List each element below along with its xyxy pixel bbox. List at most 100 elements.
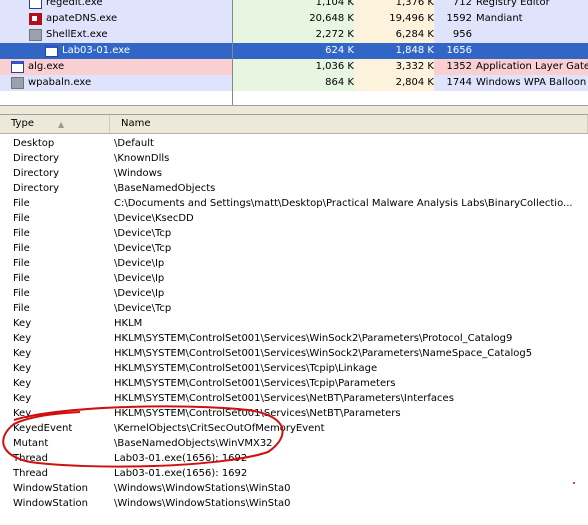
handle-row[interactable]: WindowStation \Windows\WindowStations\Win… (0, 496, 588, 511)
pid-value: 1744 (446, 77, 472, 88)
handle-row[interactable]: Desktop \Default (0, 136, 588, 151)
pid-value: 1656 (446, 45, 472, 56)
process-name-cell: wpabaln.exe (0, 75, 232, 91)
handle-type: Key (13, 378, 32, 389)
handle-name: \Device\Tcp (114, 303, 172, 314)
handle-row[interactable]: Key HKLM\SYSTEM\ControlSet001\Services\Wi… (0, 331, 588, 346)
handle-row[interactable]: KeyedEvent \KernelObjects\CritSecOutOfMem… (0, 421, 588, 436)
handle-row[interactable]: WindowStation \Windows\WindowStations\Win… (0, 481, 588, 496)
private-bytes-value: 864 K (325, 77, 354, 88)
handle-row[interactable]: Directory \KnownDlls (0, 151, 588, 166)
application-icon (29, 29, 42, 41)
pid-description-cell: 1744 Windows WPA Balloon (434, 75, 588, 91)
process-row[interactable]: alg.exe 1,036 K 3,332 K 1352 Application Lay… (0, 59, 588, 75)
column-header-name-label: Name (121, 118, 151, 129)
handle-row[interactable]: Key HKLM\SYSTEM\ControlSet001\Services\Ne… (0, 391, 588, 406)
handles-pane: Type ▲ Name Desktop \Default Directory \Kno… (0, 115, 588, 525)
working-set-value: 19,496 K (389, 13, 434, 24)
handle-type: Key (13, 393, 32, 404)
handle-row[interactable]: File \Device\Tcp (0, 241, 588, 256)
process-row[interactable]: wpabaln.exe 864 K 2,804 K 1744 Windows WPA B… (0, 75, 588, 91)
working-set-cell: 3,332 K (354, 59, 434, 75)
handle-type: File (13, 288, 30, 299)
handle-name: \BaseNamedObjects (114, 183, 216, 194)
handle-name: \Default (114, 138, 154, 149)
process-tree-pane: regedit.exe 1,104 K 1,376 K 712 Registry Edi… (0, 0, 588, 105)
application-icon (11, 77, 24, 89)
private-bytes-value: 1,036 K (315, 61, 354, 72)
handle-row[interactable]: Directory \BaseNamedObjects (0, 181, 588, 196)
description-value: Registry Editor (476, 0, 550, 8)
handle-name: HKLM\SYSTEM\ControlSet001\Services\NetBT… (114, 393, 454, 404)
handle-type: Desktop (13, 138, 55, 149)
process-row[interactable]: apateDNS.exe 20,648 K 19,496 K 1592 Mandiant (0, 11, 588, 27)
column-header-name[interactable]: Name (110, 115, 588, 133)
process-row[interactable]: ShellExt.exe 2,272 K 6,284 K 956 (0, 27, 588, 43)
window-icon (45, 45, 58, 57)
process-name-cell: ShellExt.exe (0, 27, 232, 43)
handle-type: Directory (13, 153, 60, 164)
working-set-value: 1,848 K (395, 45, 434, 56)
handle-name: HKLM\SYSTEM\ControlSet001\Services\Tcpip… (114, 378, 396, 389)
working-set-cell: 19,496 K (354, 11, 434, 27)
handle-type: WindowStation (13, 483, 88, 494)
column-header-type[interactable]: Type ▲ (0, 115, 110, 133)
handle-type: Key (13, 348, 32, 359)
handle-row[interactable]: Key HKLM\SYSTEM\ControlSet001\Services\Tc… (0, 376, 588, 391)
private-bytes-value: 2,272 K (315, 29, 354, 40)
handle-row[interactable]: Mutant \BaseNamedObjects\WinVMX32 (0, 436, 588, 451)
handle-type: File (13, 273, 30, 284)
process-name-cell: Lab03-01.exe (0, 43, 232, 59)
handle-row[interactable]: Thread Lab03-01.exe(1656): 1692 (0, 451, 588, 466)
handle-row[interactable]: File \Device\Tcp (0, 226, 588, 241)
handles-column-header: Type ▲ Name (0, 115, 588, 134)
handle-row[interactable]: File \Device\Ip (0, 256, 588, 271)
handle-row[interactable]: File C:\Documents and Settings\matt\Deskt… (0, 196, 588, 211)
description-value: Application Layer Gatew (476, 61, 588, 72)
handle-name: C:\Documents and Settings\matt\Desktop\P… (114, 198, 573, 209)
handle-type: Directory (13, 168, 60, 179)
pid-description-cell: 1592 Mandiant (434, 11, 588, 27)
handle-name: \Device\Tcp (114, 243, 172, 254)
pid-value: 1592 (446, 13, 472, 24)
pane-splitter[interactable] (0, 105, 588, 115)
handle-name: \Device\Ip (114, 258, 165, 269)
handle-name: \Device\KsecDD (114, 213, 194, 224)
handle-row[interactable]: File \Device\Ip (0, 286, 588, 301)
handle-name: HKLM\SYSTEM\ControlSet001\Services\NetBT… (114, 408, 401, 419)
handle-row[interactable]: File \Device\KsecDD (0, 211, 588, 226)
handle-row[interactable]: File \Device\Ip (0, 271, 588, 286)
handle-name: \BaseNamedObjects\WinVMX32 (114, 438, 273, 449)
handle-row[interactable]: Key HKLM\SYSTEM\ControlSet001\Services\Wi… (0, 346, 588, 361)
handle-type: Thread (13, 453, 48, 464)
handle-type: Key (13, 363, 32, 374)
handle-type: WindowStation (13, 498, 88, 509)
handle-row[interactable]: Key HKLM\SYSTEM\ControlSet001\Services\Tc… (0, 361, 588, 376)
working-set-cell: 2,804 K (354, 75, 434, 91)
handle-row[interactable]: File \Device\Tcp (0, 301, 588, 316)
working-set-cell: 1,848 K (354, 43, 434, 59)
private-bytes-cell: 1,104 K (232, 0, 354, 11)
process-name: Lab03-01.exe (62, 45, 131, 56)
private-bytes-value: 20,648 K (309, 13, 354, 24)
handle-row[interactable]: Key HKLM (0, 316, 588, 331)
private-bytes-value: 624 K (325, 45, 354, 56)
process-row[interactable]: Lab03-01.exe 624 K 1,848 K 1656 (0, 43, 588, 59)
private-bytes-cell: 1,036 K (232, 59, 354, 75)
pid-value: 712 (452, 0, 472, 8)
handle-name: \KnownDlls (114, 153, 170, 164)
handle-row[interactable]: Thread Lab03-01.exe(1656): 1692 (0, 466, 588, 481)
pid-value: 956 (452, 29, 472, 40)
handle-row[interactable]: Key HKLM\SYSTEM\ControlSet001\Services\Ne… (0, 406, 588, 421)
handle-name: HKLM\SYSTEM\ControlSet001\Services\Tcpip… (114, 363, 378, 374)
handle-type: File (13, 198, 30, 209)
handle-row[interactable]: Directory \Windows (0, 166, 588, 181)
handle-type: File (13, 258, 30, 269)
process-name: ShellExt.exe (46, 29, 108, 40)
window-icon (29, 0, 42, 9)
working-set-cell: 6,284 K (354, 27, 434, 43)
process-row[interactable]: regedit.exe 1,104 K 1,376 K 712 Registry Edi… (0, 0, 588, 11)
handle-name: HKLM\SYSTEM\ControlSet001\Services\WinSo… (114, 333, 513, 344)
working-set-value: 1,376 K (395, 0, 434, 8)
handle-name: HKLM (114, 318, 143, 329)
